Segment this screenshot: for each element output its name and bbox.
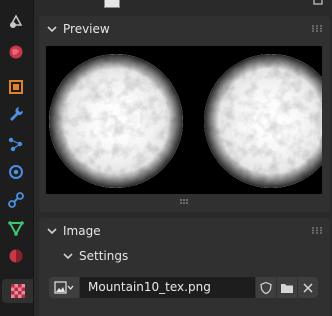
unlink-image-button[interactable] — [298, 277, 318, 298]
texture-browse-icon[interactable] — [104, 0, 120, 8]
properties-editor: Preview Image Settings Mountain10_tex.pn… — [34, 0, 332, 316]
properties-tab-strip — [0, 0, 34, 316]
chevron-down-icon — [63, 253, 73, 260]
pin-icon[interactable] — [312, 0, 324, 10]
fake-user-button[interactable] — [256, 277, 276, 298]
preview-panel-title: Preview — [63, 22, 110, 36]
resize-handle-icon[interactable] — [39, 198, 330, 206]
drag-grip-icon[interactable] — [312, 25, 322, 32]
header-remnant — [34, 0, 332, 10]
image-panel-title: Image — [63, 224, 101, 238]
drag-grip-icon[interactable] — [312, 227, 322, 234]
texture-icon — [10, 284, 25, 298]
physics-icon — [9, 165, 23, 179]
material-tab[interactable] — [4, 244, 28, 268]
noise-sphere-preview-image — [46, 46, 322, 194]
particles-tab[interactable] — [4, 132, 28, 156]
image-browse-button[interactable] — [49, 277, 79, 298]
texture-tab[interactable] — [2, 279, 33, 303]
world-tab[interactable] — [4, 40, 28, 64]
scene-data-icon — [9, 14, 23, 28]
constraints-icon — [8, 192, 24, 208]
chevron-down-icon — [47, 228, 57, 235]
settings-subpanel-title: Settings — [79, 249, 129, 263]
shield-icon — [260, 281, 272, 294]
image-name-field[interactable]: Mountain10_tex.png — [80, 277, 255, 298]
constraints-tab[interactable] — [4, 188, 28, 212]
object-icon — [9, 80, 23, 94]
texture-preview — [46, 46, 322, 194]
world-icon — [9, 45, 23, 59]
scene-data-tab[interactable] — [4, 10, 28, 34]
modifier-tab[interactable] — [4, 102, 28, 126]
open-image-button[interactable] — [277, 277, 297, 298]
object-data-tab[interactable] — [4, 216, 28, 240]
modifier-wrench-icon — [10, 107, 24, 121]
particles-icon — [8, 137, 23, 152]
settings-subpanel-header[interactable]: Settings — [63, 244, 128, 268]
preview-panel: Preview — [39, 16, 330, 212]
object-data-icon — [8, 221, 24, 237]
image-panel: Image Settings Mountain10_tex.png — [39, 218, 330, 316]
physics-tab[interactable] — [4, 160, 28, 184]
close-icon — [303, 282, 313, 293]
preview-panel-header[interactable]: Preview — [39, 16, 330, 42]
image-panel-header[interactable]: Image — [39, 218, 330, 244]
chevron-down-icon — [47, 26, 57, 33]
material-icon — [9, 249, 23, 263]
image-icon — [54, 280, 74, 294]
object-tab[interactable] — [4, 75, 28, 99]
image-selector: Mountain10_tex.png — [49, 277, 322, 298]
folder-icon — [281, 283, 293, 293]
